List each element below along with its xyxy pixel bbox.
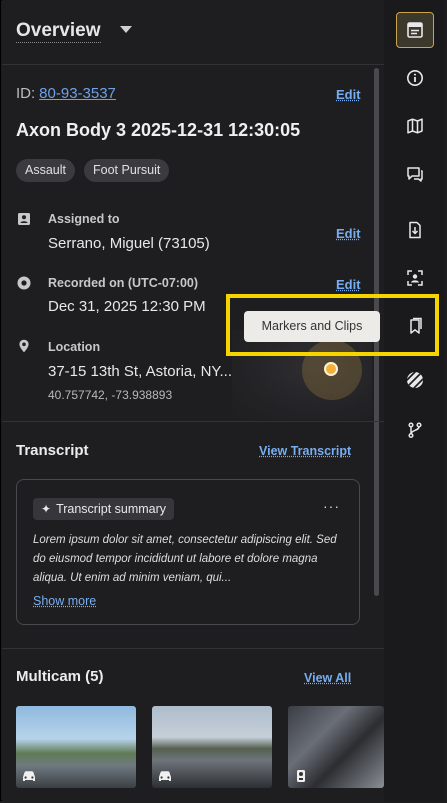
transcript-summary-chip: ✦ Transcript summary: [33, 498, 175, 520]
id-label: ID:: [16, 85, 36, 102]
rail-info-button[interactable]: [396, 60, 434, 96]
striped-circle-icon: [407, 372, 423, 388]
rail-restricted-button[interactable]: [396, 362, 434, 398]
panel-title[interactable]: Overview: [16, 20, 101, 43]
divider: [2, 421, 384, 422]
recorded-value: Dec 31, 2025 12:30 PM: [48, 298, 206, 315]
location-value: 37-15 13th St, Astoria, NY...: [48, 363, 232, 380]
multicam-thumbnail[interactable]: [288, 706, 384, 788]
rail-download-button[interactable]: [396, 212, 434, 248]
rail-redaction-button[interactable]: [396, 260, 434, 296]
multicam-thumbnail[interactable]: [152, 706, 272, 788]
right-rail: [384, 0, 445, 801]
map-icon: [407, 118, 423, 134]
id-badge-icon: [18, 213, 30, 225]
location-label: Location: [48, 340, 101, 354]
edit-recorded-button[interactable]: Edit: [336, 277, 361, 292]
branch-icon: [408, 422, 422, 439]
transcript-heading: Transcript: [16, 442, 89, 459]
multicam-heading: Multicam (5): [16, 668, 104, 685]
face-detect-icon: [407, 270, 423, 286]
rail-overview-button[interactable]: [396, 12, 434, 48]
overview-icon: [407, 22, 423, 38]
overview-panel: Overview ID: 80-93-3537 Edit Axon Body 3 …: [2, 0, 384, 803]
chevron-down-icon[interactable]: [120, 26, 132, 33]
record-icon: [17, 276, 31, 290]
map-pin-icon: [324, 362, 338, 376]
assigned-label: Assigned to: [48, 212, 120, 226]
more-options-icon[interactable]: ···: [323, 498, 340, 514]
view-all-link[interactable]: View All: [304, 671, 351, 685]
rail-map-button[interactable]: [396, 108, 434, 144]
rail-workflow-button[interactable]: [396, 412, 434, 448]
summary-text: Lorem ipsum dolor sit amet, consectetur …: [33, 534, 337, 584]
edit-title-button[interactable]: Edit: [336, 87, 361, 102]
location-pin-icon: [19, 339, 29, 353]
car-icon: [159, 771, 171, 781]
location-coordinates: 40.757742, -73.938893: [48, 388, 173, 402]
info-icon: [407, 70, 423, 86]
car-icon: [23, 771, 35, 781]
sparkle-icon: ✦: [41, 502, 52, 516]
tag-assault[interactable]: Assault: [16, 159, 75, 182]
transcript-summary-card: ✦ Transcript summary ··· Lorem ipsum dolo…: [16, 479, 360, 625]
summary-chip-label: Transcript summary: [56, 502, 167, 516]
show-more-link[interactable]: Show more: [33, 594, 96, 608]
file-download-icon: [409, 221, 421, 239]
multicam-thumbnail[interactable]: [16, 706, 136, 788]
tag-foot-pursuit[interactable]: Foot Pursuit: [84, 159, 170, 182]
comments-icon: [407, 167, 423, 182]
rail-comments-button[interactable]: [396, 156, 434, 192]
divider: [2, 648, 384, 649]
edit-assigned-button[interactable]: Edit: [336, 226, 361, 241]
panel-header: Overview: [2, 0, 384, 65]
recorded-label: Recorded on (UTC-07:00): [48, 276, 199, 290]
evidence-id-link[interactable]: 80-93-3537: [39, 85, 116, 102]
assigned-value: Serrano, Miguel (73105): [48, 235, 210, 252]
highlight-box: [226, 294, 439, 356]
evidence-id-row: ID: 80-93-3537: [16, 85, 116, 102]
body-camera-icon: [297, 770, 305, 782]
evidence-title: Axon Body 3 2025-12-31 12:30:05: [16, 120, 301, 140]
view-transcript-link[interactable]: View Transcript: [259, 444, 351, 458]
